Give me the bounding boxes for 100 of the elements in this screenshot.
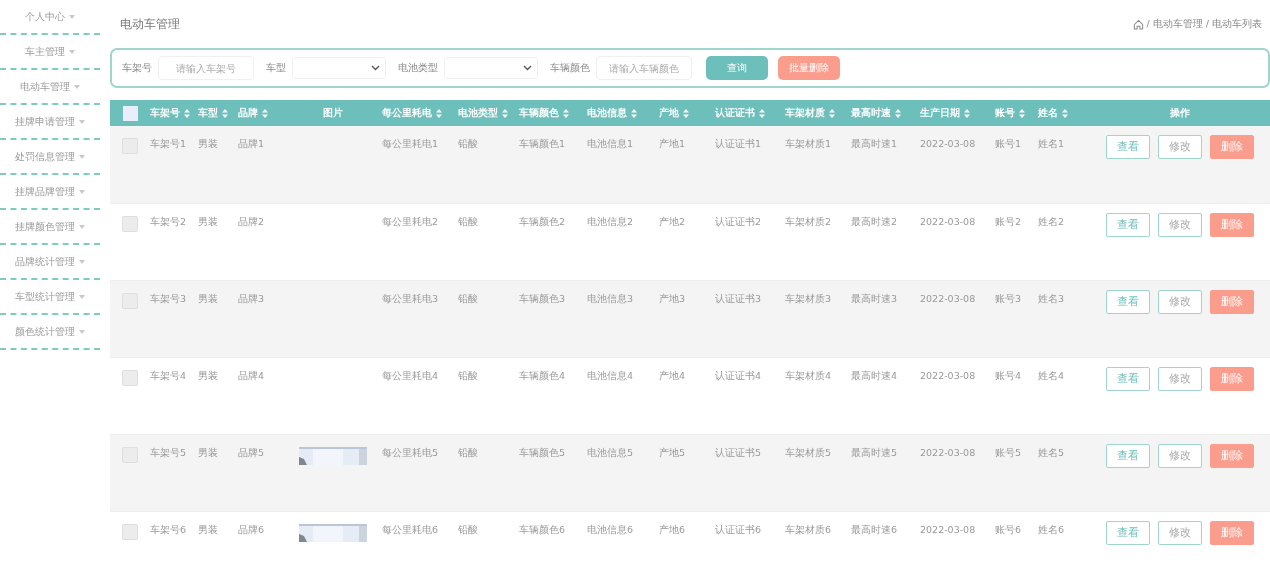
sort-icon[interactable] xyxy=(829,108,836,118)
sidebar-item[interactable]: 个人中心 xyxy=(0,0,100,35)
sidebar-item[interactable]: 挂牌颜色管理 xyxy=(0,210,100,245)
sort-icon[interactable] xyxy=(436,108,443,118)
table-cell: 产地2 xyxy=(659,215,686,227)
select-field[interactable] xyxy=(444,57,538,79)
checkbox[interactable] xyxy=(122,215,138,232)
sidebar-item[interactable]: 挂牌申请管理 xyxy=(0,105,100,140)
edit-button[interactable]: 修改 xyxy=(1158,366,1202,391)
table-cell: 铅酸 xyxy=(458,446,478,458)
table-cell: 认证证书1 xyxy=(715,138,762,149)
table-cell: 账号6 xyxy=(995,523,1022,535)
sidebar-item[interactable]: 车主管理 xyxy=(0,35,100,70)
checkbox[interactable] xyxy=(122,105,138,121)
table-cell: 车辆颜色5 xyxy=(519,446,566,458)
table-cell: 最高时速1 xyxy=(851,138,898,149)
table-cell: 每公里耗电6 xyxy=(382,523,439,535)
delete-button[interactable]: 删除 xyxy=(1210,443,1254,468)
sort-icon[interactable] xyxy=(563,108,570,118)
table-cell: 车辆颜色6 xyxy=(519,523,566,535)
home-icon[interactable] xyxy=(1132,18,1144,30)
column-header[interactable]: 产地 xyxy=(659,106,679,118)
table-cell: 认证证书4 xyxy=(715,369,762,381)
table-cell: 车架号2 xyxy=(150,215,187,227)
sort-icon[interactable] xyxy=(1062,108,1069,118)
sort-icon[interactable] xyxy=(184,108,191,118)
table-cell: 车架材质5 xyxy=(785,446,832,458)
field-label: 电池类型 xyxy=(398,61,438,75)
caret-icon xyxy=(79,294,85,299)
delete-button[interactable]: 删除 xyxy=(1210,520,1254,545)
checkbox[interactable] xyxy=(122,369,138,386)
sidebar-item[interactable]: 品牌统计管理 xyxy=(0,245,100,280)
sort-icon[interactable] xyxy=(262,108,269,118)
table-cell: 车架材质6 xyxy=(785,523,832,535)
table-cell: 账号1 xyxy=(995,138,1022,149)
edit-button[interactable]: 修改 xyxy=(1158,212,1202,237)
view-button[interactable]: 查看 xyxy=(1106,135,1150,159)
table-cell: 车辆颜色4 xyxy=(519,369,566,381)
table-cell: 最高时速5 xyxy=(851,446,898,458)
sort-icon[interactable] xyxy=(502,108,509,118)
table-cell: 车架号4 xyxy=(150,369,187,381)
column-header: 操作 xyxy=(1170,106,1190,118)
field-label: 车型 xyxy=(266,61,286,75)
sort-icon[interactable] xyxy=(895,108,902,118)
field-label: 车辆颜色 xyxy=(550,61,590,75)
sidebar-item[interactable]: 车型统计管理 xyxy=(0,280,100,315)
table-cell: 品牌2 xyxy=(238,215,265,227)
delete-button[interactable]: 删除 xyxy=(1210,289,1254,314)
sidebar-item[interactable]: 处罚信息管理 xyxy=(0,140,100,175)
view-button[interactable]: 查看 xyxy=(1106,212,1150,237)
edit-button[interactable]: 修改 xyxy=(1158,135,1202,159)
delete-button[interactable]: 删除 xyxy=(1210,135,1254,159)
sidebar-item[interactable]: 电动车管理 xyxy=(0,70,100,105)
table-cell: 最高时速6 xyxy=(851,523,898,535)
table-cell: 铅酸 xyxy=(458,523,478,535)
table-cell: 男装 xyxy=(198,292,218,304)
page-title: 电动车管理 xyxy=(120,15,180,33)
text-field[interactable]: 请输入车辆颜色 xyxy=(596,56,692,80)
query-button[interactable]: 查询 xyxy=(706,56,768,80)
view-button[interactable]: 查看 xyxy=(1106,443,1150,468)
column-header[interactable]: 姓名 xyxy=(1038,106,1058,118)
table-cell: 品牌1 xyxy=(238,138,265,149)
table-cell: 品牌3 xyxy=(238,292,265,304)
delete-button[interactable]: 删除 xyxy=(1210,212,1254,237)
table-cell: 产地1 xyxy=(659,138,686,149)
table-cell: 账号5 xyxy=(995,446,1022,458)
field-label: 车架号 xyxy=(122,61,152,75)
table-cell: 姓名2 xyxy=(1038,215,1065,227)
table-cell: 铅酸 xyxy=(458,215,478,227)
sort-icon[interactable] xyxy=(222,108,229,118)
table-cell: 车架号5 xyxy=(150,446,187,458)
sort-icon[interactable] xyxy=(683,108,690,118)
sort-icon[interactable] xyxy=(631,108,638,118)
table-cell: 姓名1 xyxy=(1038,138,1065,149)
checkbox[interactable] xyxy=(122,523,138,540)
table-cell: 男装 xyxy=(198,446,218,458)
sort-icon[interactable] xyxy=(1019,108,1026,118)
delete-button[interactable]: 删除 xyxy=(1210,366,1254,391)
sidebar-item[interactable]: 挂牌品牌管理 xyxy=(0,175,100,210)
view-button[interactable]: 查看 xyxy=(1106,289,1150,314)
table-cell: 车辆颜色3 xyxy=(519,292,566,304)
edit-button[interactable]: 修改 xyxy=(1158,443,1202,468)
table-cell: 产地5 xyxy=(659,446,686,458)
select-field[interactable] xyxy=(292,57,386,79)
edit-button[interactable]: 修改 xyxy=(1158,520,1202,545)
table-cell: 认证证书5 xyxy=(715,446,762,458)
edit-button[interactable]: 修改 xyxy=(1158,289,1202,314)
sort-icon[interactable] xyxy=(759,108,766,118)
batch-delete-button[interactable]: 批量删除 xyxy=(778,56,840,80)
sidebar-item[interactable]: 颜色统计管理 xyxy=(0,315,100,350)
table-cell: 产地4 xyxy=(659,369,686,381)
view-button[interactable]: 查看 xyxy=(1106,520,1150,545)
text-field[interactable]: 请输入车架号 xyxy=(158,56,254,80)
table-cell: 认证证书3 xyxy=(715,292,762,304)
table-cell: 电池信息1 xyxy=(587,138,634,149)
table-cell: 男装 xyxy=(198,215,218,227)
table-cell: 品牌5 xyxy=(238,446,265,458)
caret-icon xyxy=(69,14,75,19)
view-button[interactable]: 查看 xyxy=(1106,366,1150,391)
sort-icon[interactable] xyxy=(964,108,971,118)
